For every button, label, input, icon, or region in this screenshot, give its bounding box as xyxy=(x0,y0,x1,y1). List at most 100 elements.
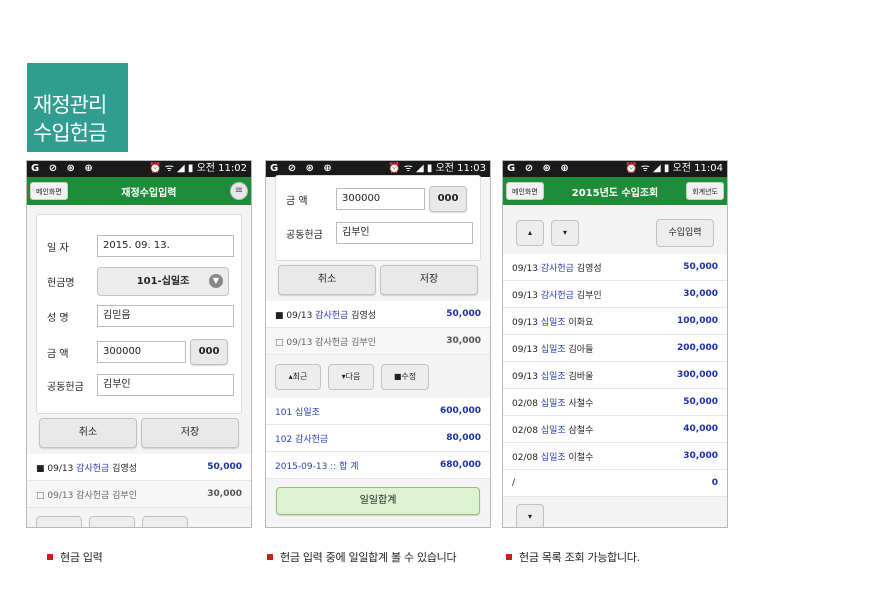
save-button[interactable]: 저장 xyxy=(380,265,478,295)
list-item-name: 김영성 xyxy=(573,263,602,274)
list-item-name: 김부인 xyxy=(573,290,602,301)
app-header: 메인화면 2015년도 수입조회 회계년도 xyxy=(503,177,727,205)
scroll-down-button[interactable]: ▾ xyxy=(551,220,579,246)
list-item-date: 09/13 xyxy=(512,371,541,382)
list-item-type: 십일조 xyxy=(540,344,566,355)
list-item[interactable]: 09/13 감사헌금 김영성 50,000 xyxy=(503,254,727,281)
name-label: 성 명 xyxy=(47,312,69,324)
app-header: 메인화면 재정수입입력 ≡ xyxy=(27,177,251,205)
screen-title: 2015년도 수입조회 xyxy=(571,187,659,199)
zeros-button[interactable]: 000 xyxy=(190,339,228,365)
next-button[interactable]: ▾다음 xyxy=(328,364,374,390)
phone-screen-daily-total: G ⊘ ⊛ ⊕ ⏰ ᯤ ◢ ▮ 오전 11:03 금 액 300000 000 … xyxy=(265,160,491,528)
amount-field[interactable]: 300000 xyxy=(97,341,186,363)
caption-2: 헌금 입력 중에 일일합계 볼 수 있습니다 xyxy=(267,549,457,565)
list-item-amount: 30,000 xyxy=(683,289,718,299)
list-item-amount: 50,000 xyxy=(446,309,481,319)
list-item-name: 김영성 xyxy=(348,310,376,321)
daily-total-button[interactable]: 일일합계 xyxy=(276,487,480,515)
list-item-amount: 300,000 xyxy=(677,370,718,380)
edit-button[interactable]: ■수정 xyxy=(381,364,429,390)
offering-type-select[interactable]: 101-십일조 ▼ xyxy=(97,267,229,296)
total-amount: 80,000 xyxy=(446,433,481,443)
scroll-up-button[interactable]: ▴ xyxy=(516,220,544,246)
type-row: 헌금명 101-십일조 ▼ xyxy=(47,267,229,296)
date-label: 일 자 xyxy=(47,242,69,254)
list-item-date: 02/08 xyxy=(512,452,541,463)
list-item-type: 십일조 xyxy=(540,317,566,328)
recent-button-partial[interactable] xyxy=(36,516,82,527)
menu-icon[interactable]: ≡ xyxy=(230,182,248,200)
list-item-amount: 30,000 xyxy=(683,451,718,461)
list-item[interactable]: 02/08 십일조 이철수 30,000 xyxy=(503,443,727,470)
name-row: 성 명 김믿음 xyxy=(47,305,234,327)
list-item-type: 감사헌금 xyxy=(76,463,110,474)
date-row: 일 자 2015. 09. 13. xyxy=(47,235,234,257)
list-item[interactable]: /0 xyxy=(503,470,727,497)
joint-label: 공동헌금 xyxy=(286,229,323,241)
status-icons-left: G ⊘ ⊛ ⊕ xyxy=(507,163,572,174)
cancel-button[interactable]: 취소 xyxy=(278,265,376,295)
list-item-amount: 50,000 xyxy=(683,262,718,272)
next-button-partial[interactable] xyxy=(89,516,135,527)
list-item[interactable]: □ 09/13 감사헌금 김부인 30,000 xyxy=(27,481,251,508)
income-input-button[interactable]: 수입입력 xyxy=(656,219,714,247)
list-item[interactable]: 09/13 감사헌금 김부인 30,000 xyxy=(503,281,727,308)
date-field[interactable]: 2015. 09. 13. xyxy=(97,235,234,257)
list-item-date: ■ 09/13 xyxy=(36,463,77,474)
amount-field[interactable]: 300000 xyxy=(336,188,425,210)
list-item-amount: 30,000 xyxy=(207,489,242,499)
list-item-name: 김바울 xyxy=(565,371,594,382)
total-amount: 600,000 xyxy=(440,406,481,416)
list-item[interactable]: 09/13 십일조 김아들 200,000 xyxy=(503,335,727,362)
list-item[interactable]: 09/13 십일조 이화요 100,000 xyxy=(503,308,727,335)
joint-row: 공동헌금 김부인 xyxy=(286,222,473,244)
list-item-amount: 0 xyxy=(711,478,718,488)
list-item-name: 사철수 xyxy=(565,398,594,409)
fiscal-year-button[interactable]: 회계년도 xyxy=(686,182,724,200)
cancel-button[interactable]: 취소 xyxy=(39,418,137,448)
scroll-down-button-bottom[interactable]: ▾ xyxy=(516,504,544,527)
list-item-date: 09/13 xyxy=(512,344,541,355)
section-title-line2: 수입헌금 xyxy=(33,121,107,145)
zeros-button[interactable]: 000 xyxy=(429,186,467,212)
joint-field[interactable]: 김부인 xyxy=(97,374,234,396)
joint-field[interactable]: 김부인 xyxy=(336,222,473,244)
joint-label: 공동헌금 xyxy=(47,381,84,393)
total-label: 102 감사헌금 xyxy=(275,434,329,445)
list-item[interactable]: 02/08 십일조 사철수 50,000 xyxy=(503,389,727,416)
type-label: 헌금명 xyxy=(47,278,75,289)
edit-button-partial[interactable] xyxy=(142,516,188,527)
list-item-name: 이화요 xyxy=(565,317,594,328)
main-screen-button[interactable]: 메인화면 xyxy=(506,182,544,200)
list-item[interactable]: ■ 09/13 감사헌금 김영성 50,000 xyxy=(27,454,251,481)
list-item-date: 09/13 xyxy=(512,290,541,301)
name-field[interactable]: 김믿음 xyxy=(97,305,234,327)
save-button[interactable]: 저장 xyxy=(141,418,239,448)
chevron-down-icon: ▼ xyxy=(209,274,223,288)
main-screen-button[interactable]: 메인화면 xyxy=(30,182,68,200)
list-item[interactable]: □ 09/13 감사헌금 김부인 30,000 xyxy=(266,328,490,355)
list-item-amount: 50,000 xyxy=(683,397,718,407)
list-item[interactable]: ■ 09/13 감사헌금 김영성 50,000 xyxy=(266,301,490,328)
recent-button[interactable]: ▴최근 xyxy=(275,364,321,390)
list-item-type: 십일조 xyxy=(540,398,566,409)
input-form: 금 액 300000 000 공동헌금 김부인 xyxy=(275,175,481,261)
amount-label: 금 액 xyxy=(286,195,308,207)
caption-text: 헌금 목록 조회 가능합니다. xyxy=(519,551,640,564)
status-bar: G ⊘ ⊛ ⊕ ⏰ ᯤ ◢ ▮ 오전 11:04 xyxy=(503,161,727,177)
amount-label: 금 액 xyxy=(47,348,69,360)
section-title-block: 재정관리 수입헌금 xyxy=(27,63,128,152)
list-item[interactable]: 02/08 십일조 삼철수 40,000 xyxy=(503,416,727,443)
status-icons-right: ⏰ ᯤ ◢ ▮ xyxy=(388,163,433,174)
list-item-date: □ 09/13 감사헌금 김부인 xyxy=(36,490,137,501)
joint-row: 공동헌금 김부인 xyxy=(47,374,234,396)
list-item[interactable]: 09/13 십일조 김바울 300,000 xyxy=(503,362,727,389)
input-form: 일 자 2015. 09. 13. 헌금명 101-십일조 ▼ 성 명 김믿음 … xyxy=(36,214,242,414)
list-item-type: 감사헌금 xyxy=(540,263,574,274)
list-item-type: 십일조 xyxy=(540,452,566,463)
status-icons-left: G ⊘ ⊛ ⊕ xyxy=(31,163,96,174)
list-item-date: 02/08 xyxy=(512,398,541,409)
list-item-amount: 100,000 xyxy=(677,316,718,326)
status-time: 오전 11:04 xyxy=(672,163,723,174)
